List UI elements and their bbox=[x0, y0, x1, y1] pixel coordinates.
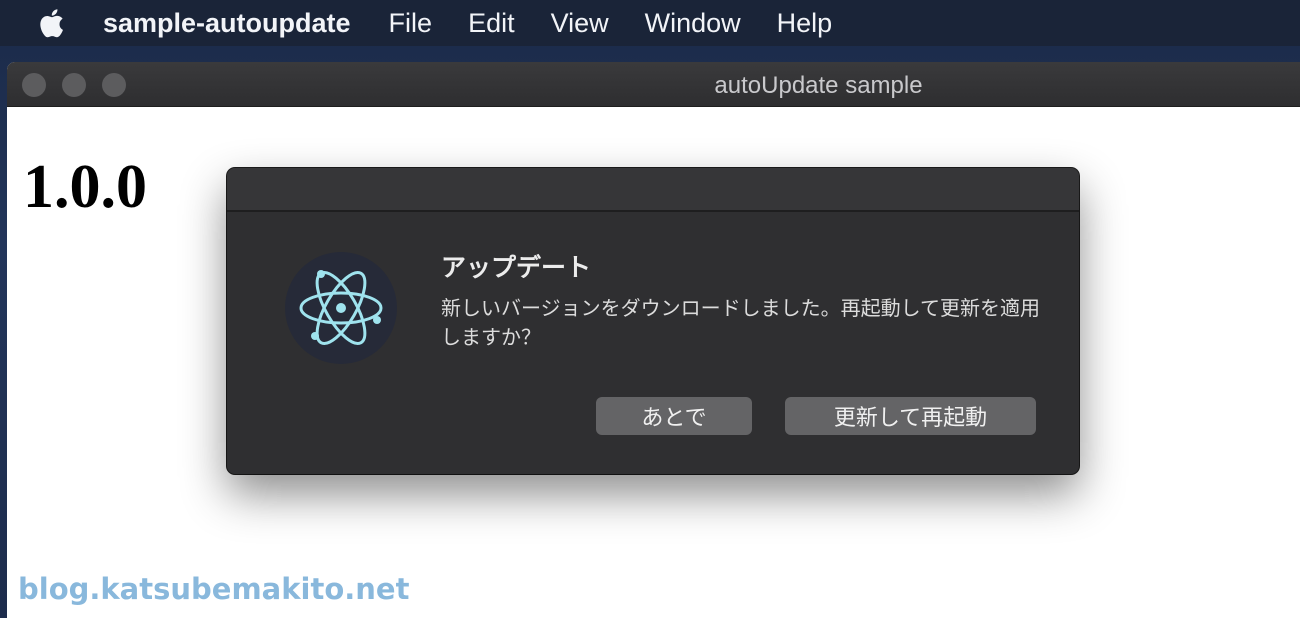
menu-app-name[interactable]: sample-autoupdate bbox=[103, 8, 351, 39]
update-restart-button[interactable]: 更新して再起動 bbox=[785, 397, 1036, 435]
update-dialog: アップデート 新しいバージョンをダウンロードしました。再起動して更新を適用します… bbox=[227, 168, 1079, 474]
menu-view[interactable]: View bbox=[551, 8, 609, 39]
blog-watermark: blog.katsubemakito.net bbox=[18, 572, 410, 606]
apple-logo-icon[interactable] bbox=[35, 6, 65, 40]
menu-window[interactable]: Window bbox=[645, 8, 741, 39]
later-button[interactable]: あとで bbox=[596, 397, 752, 435]
dialog-message: 新しいバージョンをダウンロードしました。再起動して更新を適用しますか？ bbox=[441, 296, 1040, 349]
window-title: autoUpdate sample bbox=[714, 72, 923, 99]
version-heading: 1.0.0 bbox=[23, 153, 147, 221]
dialog-header-strip bbox=[227, 168, 1079, 212]
menu-help[interactable]: Help bbox=[777, 8, 833, 39]
dialog-title: アップデート bbox=[441, 253, 592, 282]
menu-edit[interactable]: Edit bbox=[468, 8, 515, 39]
menu-file[interactable]: File bbox=[389, 8, 433, 39]
window-titlebar[interactable]: autoUpdate sample bbox=[7, 62, 1300, 107]
menu-bar: sample-autoupdate File Edit View Window … bbox=[0, 0, 1300, 46]
electron-atom-icon bbox=[285, 252, 397, 364]
